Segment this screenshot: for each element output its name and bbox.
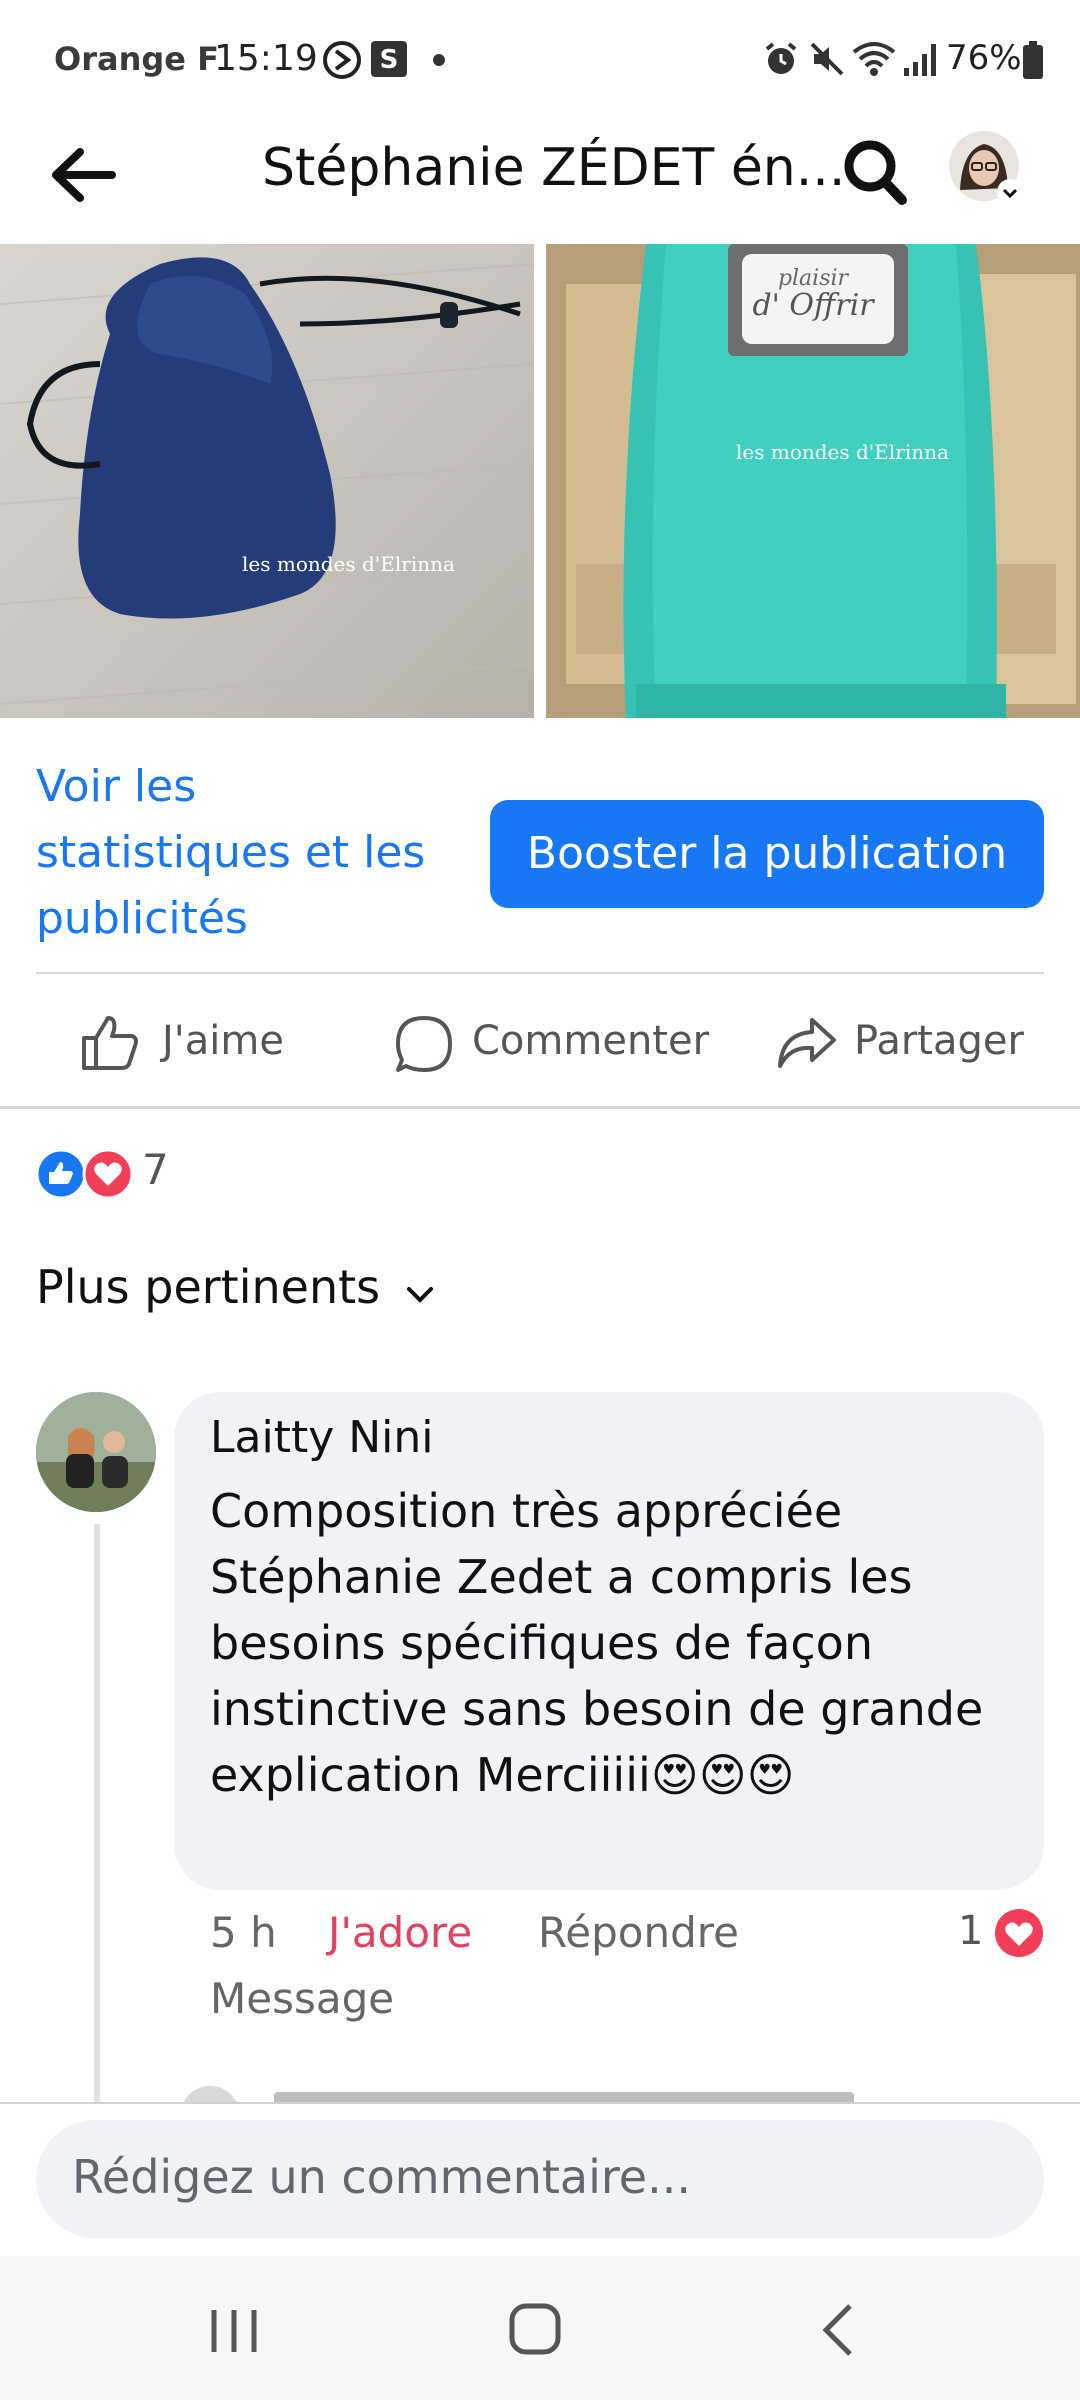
- divider: [0, 1106, 1080, 1109]
- like-icon: [80, 1014, 140, 1076]
- package-label-line2: d' Offrir: [752, 288, 874, 323]
- nav-recents-icon[interactable]: [206, 2306, 262, 2360]
- app-header: Stéphanie ZÉDET én...: [0, 120, 1080, 245]
- profile-avatar[interactable]: [948, 130, 1024, 210]
- battery-icon: [1022, 40, 1044, 84]
- signal-icon: [902, 40, 942, 82]
- notification-dot-icon: [432, 52, 446, 71]
- status-bar: Orange F 15:19 S 76%: [0, 0, 1080, 120]
- photo-watermark: les mondes d'Elrinna: [736, 440, 949, 464]
- reactions-summary[interactable]: [35, 1146, 136, 1202]
- comment-input-placeholder: Rédigez un commentaire...: [72, 2150, 691, 2204]
- nav-home-icon[interactable]: [508, 2302, 564, 2362]
- comment-text: Composition très appréciée Stéphanie Zed…: [210, 1484, 984, 1802]
- like-label: J'aime: [162, 1018, 284, 1064]
- heart-icon: [994, 1908, 1044, 1962]
- comment-label: Commenter: [472, 1018, 710, 1064]
- post-photo-bag[interactable]: les mondes d'Elrinna: [0, 244, 534, 718]
- share-button[interactable]: Partager: [776, 1014, 1036, 1074]
- svg-text:S: S: [380, 45, 399, 75]
- alarm-icon: [762, 40, 800, 82]
- boost-post-button[interactable]: Booster la publication: [490, 800, 1044, 908]
- thread-line: [94, 1524, 100, 2104]
- app-s-icon: S: [370, 40, 408, 82]
- share-label: Partager: [854, 1018, 1024, 1064]
- like-button[interactable]: J'aime: [80, 1014, 300, 1074]
- wifi-icon: [852, 40, 896, 82]
- chevron-down-icon: [403, 1264, 437, 1318]
- share-icon: [776, 1016, 838, 1074]
- comment-sort-dropdown[interactable]: Plus pertinents: [36, 1260, 437, 1318]
- battery-percent: 76%: [946, 38, 1022, 78]
- post-photo-package[interactable]: plaisir d' Offrir les mondes d'Elrinna: [546, 244, 1080, 718]
- next-reply-preview: [174, 2084, 1054, 2102]
- nav-back-icon[interactable]: [818, 2302, 858, 2362]
- comment-time: 5 h: [210, 1908, 277, 1957]
- comment-reaction-count: 1: [958, 1908, 984, 1954]
- post-actions-bar: J'aime Commenter Partager: [0, 974, 1080, 1108]
- comment-reply-button[interactable]: Répondre: [538, 1908, 739, 1957]
- view-stats-link[interactable]: Voir les statistiques et les publicités: [36, 754, 446, 952]
- back-arrow-icon[interactable]: [46, 138, 120, 216]
- comment-message-button[interactable]: Message: [210, 1974, 394, 2023]
- carrier-label: Orange F: [54, 40, 219, 78]
- clock: 15:19: [214, 38, 318, 79]
- search-icon[interactable]: [842, 136, 908, 212]
- photo-watermark: les mondes d'Elrinna: [242, 552, 455, 576]
- system-nav-bar: [0, 2256, 1080, 2400]
- do-not-disturb-icon: [322, 40, 362, 84]
- comment-button[interactable]: Commenter: [394, 1014, 709, 1074]
- commenter-avatar[interactable]: [36, 1392, 156, 1512]
- mute-icon: [808, 40, 846, 82]
- divider: [0, 2102, 1080, 2104]
- page-title: Stéphanie ZÉDET én...: [262, 138, 846, 198]
- sort-label: Plus pertinents: [36, 1260, 381, 1314]
- comment-reaction-button[interactable]: J'adore: [328, 1908, 472, 1957]
- reactions-count: 7: [142, 1145, 169, 1194]
- comment-icon: [394, 1014, 454, 1078]
- comment-author[interactable]: Laitty Nini: [210, 1412, 433, 1463]
